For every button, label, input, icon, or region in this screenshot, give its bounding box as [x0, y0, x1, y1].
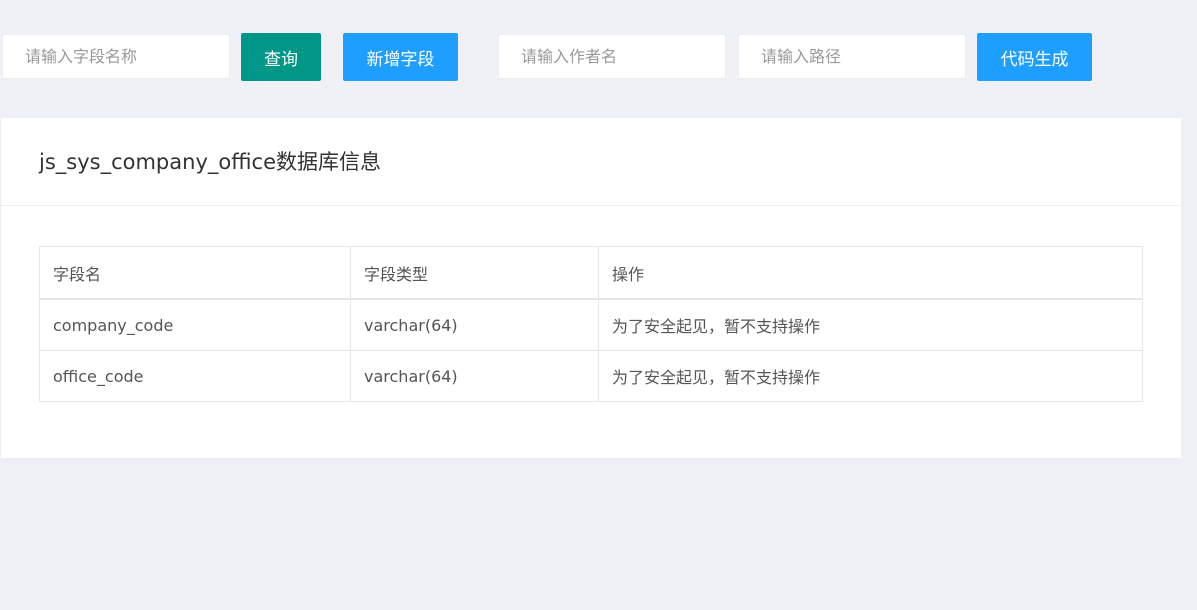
field-type-cell: varchar(64) [350, 298, 599, 351]
field-name-cell: company_code [39, 298, 351, 351]
add-field-button[interactable]: 新增字段 [343, 33, 458, 81]
author-name-input[interactable] [498, 34, 726, 79]
path-input[interactable] [738, 34, 966, 79]
action-cell: 为了安全起见，暂不支持操作 [598, 350, 1143, 402]
card-title: js_sys_company_office数据库信息 [1, 118, 1181, 206]
toolbar: 查询 新增字段 代码生成 [0, 33, 1197, 81]
table-header-row: 字段名 字段类型 操作 [39, 246, 1143, 300]
query-button[interactable]: 查询 [241, 33, 321, 81]
field-name-cell: office_code [39, 350, 351, 402]
action-cell: 为了安全起见，暂不支持操作 [598, 298, 1143, 351]
column-header-field-name: 字段名 [39, 246, 351, 300]
generate-code-button[interactable]: 代码生成 [977, 33, 1092, 81]
table-row: company_code varchar(64) 为了安全起见，暂不支持操作 [39, 298, 1143, 351]
table-row: office_code varchar(64) 为了安全起见，暂不支持操作 [39, 350, 1143, 402]
fields-table: 字段名 字段类型 操作 company_code varchar(64) 为了安… [39, 246, 1143, 402]
column-header-field-type: 字段类型 [350, 246, 599, 300]
database-info-card: js_sys_company_office数据库信息 字段名 字段类型 操作 c… [1, 118, 1181, 458]
field-name-search-input[interactable] [2, 34, 230, 79]
column-header-action: 操作 [598, 246, 1143, 300]
field-type-cell: varchar(64) [350, 350, 599, 402]
